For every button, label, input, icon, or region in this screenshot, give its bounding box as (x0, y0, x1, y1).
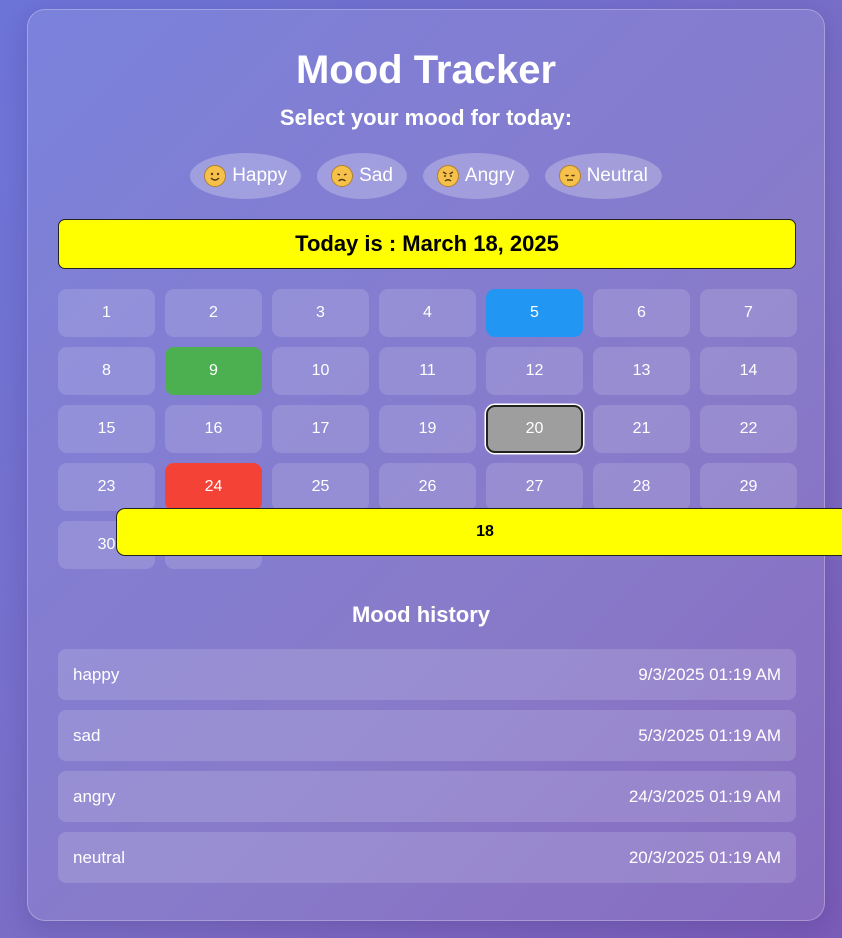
history-timestamp: 24/3/2025 01:19 AM (628, 786, 781, 806)
calendar-day[interactable]: 6 (593, 289, 690, 337)
calendar-grid: 1 2 3 4 5 6 7 8 9 10 11 12 13 14 15 16 17 18 19 20 21 22 23 24 2… (58, 289, 842, 569)
mood-label: Happy (232, 165, 288, 186)
page-title: Mood Tracker (295, 48, 557, 92)
calendar-day[interactable]: 29 (700, 463, 797, 511)
history-entry: angry 24/3/2025 01:19 AM (58, 771, 796, 822)
history-timestamp: 20/3/2025 01:19 AM (628, 847, 781, 867)
calendar-day[interactable]: 8 (58, 347, 155, 395)
history-entry: sad 5/3/2025 01:19 AM (58, 710, 796, 761)
calendar-day[interactable]: 20 (486, 405, 583, 453)
mood-button-happy[interactable]: Happy (190, 153, 302, 199)
history-entry: neutral 20/3/2025 01:19 AM (58, 832, 796, 883)
calendar-day[interactable]: 5 (486, 289, 583, 337)
calendar-day[interactable]: 12 (486, 347, 583, 395)
calendar-day[interactable]: 22 (700, 405, 797, 453)
neutral-face-icon (558, 165, 581, 187)
mood-label: Sad (359, 165, 393, 186)
today-banner: Today is : March 18, 2025 (58, 219, 796, 269)
mood-button-sad[interactable]: Sad (317, 153, 407, 199)
calendar-day[interactable]: 13 (593, 347, 690, 395)
calendar-day[interactable]: 7 (700, 289, 797, 337)
calendar-day[interactable]: 18 (116, 508, 842, 556)
history-timestamp: 5/3/2025 01:19 AM (638, 725, 781, 745)
calendar-day[interactable]: 19 (379, 405, 476, 453)
calendar-day[interactable]: 27 (486, 463, 583, 511)
mood-button-angry[interactable]: Angry (422, 153, 529, 199)
sad-face-icon (331, 165, 354, 187)
calendar-day[interactable]: 4 (379, 289, 476, 337)
calendar-day[interactable]: 17 (272, 405, 369, 453)
mood-label: Neutral (586, 165, 648, 186)
calendar-day[interactable]: 25 (272, 463, 369, 511)
calendar-day[interactable]: 15 (58, 405, 155, 453)
calendar-day[interactable]: 26 (379, 463, 476, 511)
smiling-face-icon (204, 165, 227, 187)
angry-face-icon (436, 165, 459, 187)
calendar-day[interactable]: 10 (272, 347, 369, 395)
calendar-day[interactable]: 23 (58, 463, 155, 511)
mood-history-list: happy 9/3/2025 01:19 AM sad 5/3/2025 01:19 … (58, 649, 796, 883)
calendar-day[interactable]: 28 (593, 463, 690, 511)
calendar-day[interactable]: 24 (165, 463, 262, 511)
calendar-day[interactable]: 16 (165, 405, 262, 453)
calendar-day[interactable]: 3 (272, 289, 369, 337)
calendar-day[interactable]: 11 (379, 347, 476, 395)
mood-selector: Happy Sad Angry Neutral (28, 153, 824, 199)
calendar-day[interactable]: 1 (58, 289, 155, 337)
mood-button-neutral[interactable]: Neutral (544, 153, 662, 199)
history-mood: neutral (73, 847, 125, 867)
mood-label: Angry (464, 165, 515, 186)
calendar-day[interactable]: 9 (165, 347, 262, 395)
history-title: Mood history (351, 602, 491, 627)
calendar-day[interactable]: 14 (700, 347, 797, 395)
history-mood: angry (73, 786, 116, 806)
history-entry: happy 9/3/2025 01:19 AM (58, 649, 796, 700)
history-timestamp: 9/3/2025 01:19 AM (638, 664, 781, 684)
calendar-day[interactable]: 21 (593, 405, 690, 453)
history-mood: happy (73, 664, 120, 684)
history-mood: sad (73, 725, 101, 745)
mood-prompt: Select your mood for today: (279, 105, 573, 130)
calendar-day[interactable]: 2 (165, 289, 262, 337)
